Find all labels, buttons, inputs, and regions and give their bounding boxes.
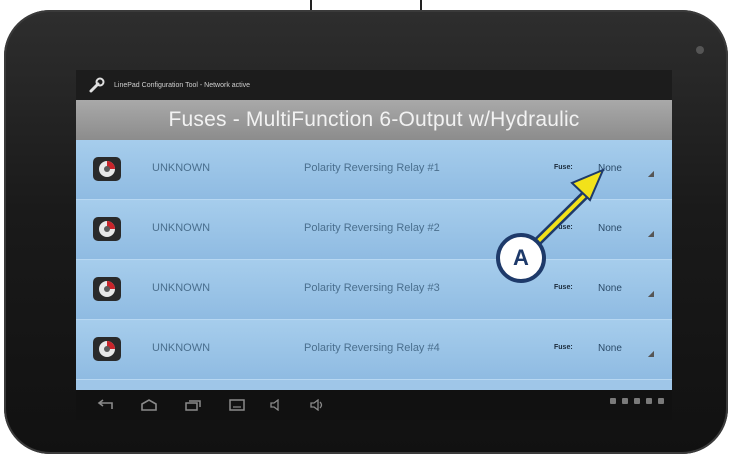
callout-label: A <box>513 245 529 270</box>
callout-arrow <box>516 168 605 263</box>
callout-marker: A <box>496 233 546 283</box>
